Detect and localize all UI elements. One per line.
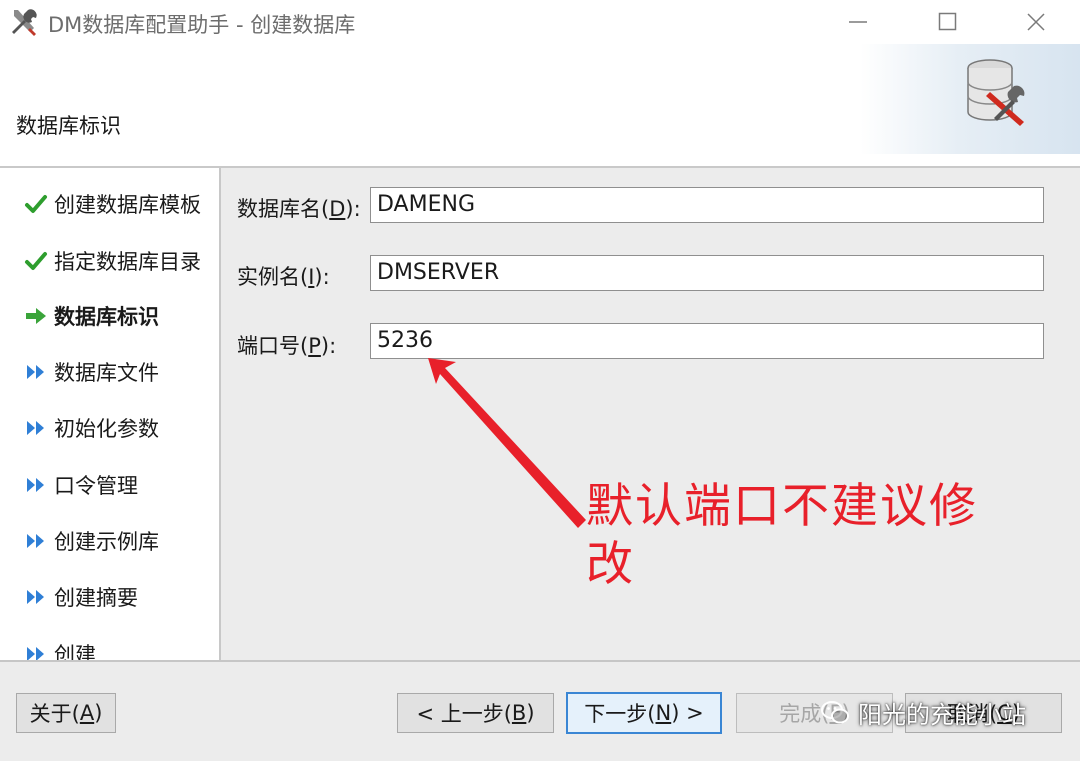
button-text: ): [526, 701, 535, 725]
label-text: 端口号(: [237, 334, 309, 358]
label-text: 数据库名(: [237, 197, 330, 221]
check-icon: [25, 252, 47, 270]
step-password-mgmt[interactable]: 口令管理: [24, 467, 138, 503]
mnemonic-key: N: [655, 701, 672, 725]
mnemonic-key: D: [329, 197, 346, 221]
window-title: DM数据库配置助手 - 创建数据库: [48, 13, 356, 37]
about-button[interactable]: 关于(A): [16, 693, 116, 733]
step-label: 初始化参数: [54, 417, 159, 441]
mnemonic-key: P: [308, 334, 321, 358]
button-text: ): [94, 701, 103, 725]
label-text: 实例名(: [237, 265, 309, 289]
step-sample-db[interactable]: 创建示例库: [24, 523, 159, 559]
step-label: 创建数据库模板: [54, 193, 201, 217]
button-text: 关于(: [29, 702, 80, 726]
step-label: 数据库文件: [54, 361, 159, 385]
steps-panel: 创建数据库模板 指定数据库目录 数据库标识 数据库文件 初始化参数 口令管理 创…: [0, 168, 219, 660]
close-button[interactable]: [1006, 0, 1066, 44]
title-bar: DM数据库配置助手 - 创建数据库: [0, 0, 1080, 44]
instance-label: 实例名(I):: [237, 261, 330, 291]
label-text: ):: [314, 265, 330, 289]
mnemonic-key: A: [79, 701, 95, 725]
step-label: 口令管理: [54, 474, 138, 498]
step-db-identity[interactable]: 数据库标识: [24, 298, 159, 334]
minimize-button[interactable]: [828, 0, 888, 44]
step-label: 创建示例库: [54, 530, 159, 554]
double-chevron-icon: [27, 647, 44, 660]
step-summary[interactable]: 创建摘要: [24, 579, 138, 615]
step-create[interactable]: 创建: [24, 636, 96, 660]
label-text: ):: [345, 197, 361, 221]
double-chevron-icon: [27, 478, 44, 492]
close-icon: [1027, 13, 1045, 31]
step-init-params[interactable]: 初始化参数: [24, 410, 159, 446]
wechat-icon: [821, 700, 849, 723]
instance-name-input[interactable]: DMSERVER: [370, 255, 1044, 291]
next-step-button[interactable]: 下一步(N) >: [566, 692, 722, 734]
double-chevron-icon: [27, 590, 44, 604]
db-name-input[interactable]: DAMENG: [370, 187, 1044, 223]
minimize-icon: [849, 21, 867, 23]
annotation-text: 默认端口不建议修改: [586, 479, 978, 592]
mnemonic-key: B: [511, 701, 527, 725]
double-chevron-icon: [27, 421, 44, 435]
step-label: 创建摘要: [54, 586, 138, 610]
step-db-files[interactable]: 数据库文件: [24, 354, 159, 390]
button-text: 下一步(: [584, 702, 656, 726]
tools-icon: [12, 9, 37, 36]
double-chevron-icon: [27, 534, 44, 548]
step-label: 创建: [54, 643, 96, 660]
label-text: ):: [320, 334, 337, 358]
port-label: 端口号(P):: [237, 330, 336, 360]
db-name-label: 数据库名(D):: [237, 193, 361, 223]
page-title: 数据库标识: [16, 114, 121, 138]
panel-divider: [219, 168, 221, 660]
double-chevron-icon: [27, 365, 44, 379]
port-input[interactable]: 5236: [370, 323, 1044, 359]
button-text: < 上一步(: [416, 702, 512, 726]
watermark-text: 阳光的充能小站: [858, 701, 1026, 729]
step-label: 数据库标识: [54, 305, 159, 329]
maximize-icon: [938, 12, 957, 31]
step-label: 指定数据库目录: [54, 250, 201, 274]
prev-step-button[interactable]: < 上一步(B): [397, 693, 554, 733]
watermark: 阳光的充能小站: [820, 695, 1026, 730]
wizard-header: 数据库标识: [0, 44, 1080, 166]
database-tools-icon: [967, 59, 1025, 126]
step-create-template[interactable]: 创建数据库模板: [24, 186, 201, 222]
check-icon: [25, 195, 47, 213]
maximize-button[interactable]: [918, 0, 978, 44]
arrow-right-icon: [26, 308, 46, 324]
step-specify-directory[interactable]: 指定数据库目录: [24, 243, 201, 279]
button-text: ) >: [671, 701, 704, 725]
